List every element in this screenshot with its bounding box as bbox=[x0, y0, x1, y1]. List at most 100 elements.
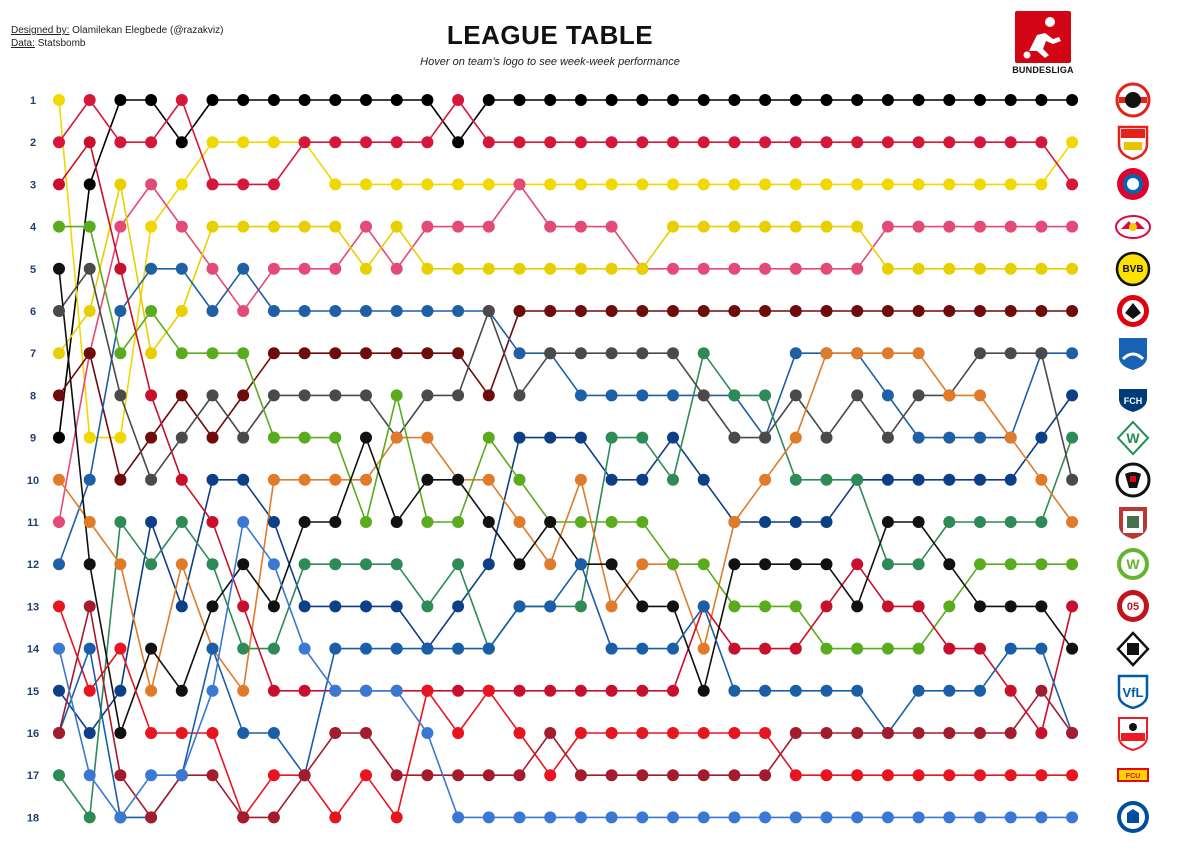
data-point[interactable] bbox=[851, 684, 864, 697]
data-point[interactable] bbox=[237, 262, 250, 275]
data-point[interactable] bbox=[482, 769, 495, 782]
data-point[interactable] bbox=[697, 600, 710, 613]
data-point[interactable] bbox=[881, 178, 894, 191]
data-point[interactable] bbox=[943, 769, 956, 782]
data-point[interactable] bbox=[53, 94, 65, 106]
data-point[interactable] bbox=[329, 811, 342, 824]
data-point[interactable] bbox=[1035, 220, 1048, 233]
data-point[interactable] bbox=[851, 473, 864, 486]
data-point[interactable] bbox=[636, 262, 649, 275]
data-point[interactable] bbox=[237, 305, 250, 317]
data-point[interactable] bbox=[513, 516, 526, 528]
data-point[interactable] bbox=[360, 642, 372, 655]
data-point[interactable] bbox=[728, 220, 741, 233]
data-point[interactable] bbox=[206, 516, 219, 528]
data-point[interactable] bbox=[636, 473, 649, 486]
data-point[interactable] bbox=[974, 727, 986, 739]
data-point[interactable] bbox=[206, 642, 219, 655]
data-point[interactable] bbox=[114, 347, 127, 360]
data-point[interactable] bbox=[421, 431, 434, 444]
data-point[interactable] bbox=[574, 473, 587, 486]
data-point[interactable] bbox=[298, 431, 311, 444]
data-point[interactable] bbox=[452, 811, 465, 824]
data-point[interactable] bbox=[1066, 262, 1079, 275]
data-point[interactable] bbox=[974, 473, 986, 486]
data-point[interactable] bbox=[421, 262, 434, 275]
data-point[interactable] bbox=[943, 262, 956, 275]
data-point[interactable] bbox=[1035, 347, 1048, 360]
data-point[interactable] bbox=[53, 473, 65, 486]
data-point[interactable] bbox=[267, 684, 280, 697]
data-point[interactable] bbox=[605, 727, 618, 739]
data-point[interactable] bbox=[605, 389, 618, 402]
data-point[interactable] bbox=[912, 431, 925, 444]
data-point[interactable] bbox=[544, 136, 557, 149]
data-point[interactable] bbox=[636, 600, 649, 613]
data-point[interactable] bbox=[789, 431, 802, 444]
data-point[interactable] bbox=[390, 769, 403, 782]
data-point[interactable] bbox=[574, 389, 587, 402]
data-point[interactable] bbox=[697, 769, 710, 782]
data-point[interactable] bbox=[360, 305, 372, 317]
data-point[interactable] bbox=[605, 94, 618, 106]
freiburg-crest-icon[interactable] bbox=[1115, 462, 1151, 498]
data-point[interactable] bbox=[175, 727, 188, 739]
data-point[interactable] bbox=[360, 178, 372, 191]
data-point[interactable] bbox=[851, 262, 864, 275]
bochum-crest-icon[interactable]: VfL bbox=[1115, 673, 1151, 710]
data-point[interactable] bbox=[544, 347, 557, 360]
data-point[interactable] bbox=[206, 94, 219, 106]
data-point[interactable] bbox=[974, 811, 986, 824]
data-point[interactable] bbox=[943, 811, 956, 824]
data-point[interactable] bbox=[513, 136, 526, 149]
data-point[interactable] bbox=[421, 305, 434, 317]
data-point[interactable] bbox=[1035, 136, 1048, 149]
data-point[interactable] bbox=[759, 727, 772, 739]
data-point[interactable] bbox=[974, 516, 986, 528]
data-point[interactable] bbox=[789, 178, 802, 191]
data-point[interactable] bbox=[145, 558, 158, 571]
data-point[interactable] bbox=[544, 684, 557, 697]
data-point[interactable] bbox=[482, 389, 495, 402]
data-point[interactable] bbox=[53, 727, 65, 739]
data-point[interactable] bbox=[667, 136, 679, 149]
data-point[interactable] bbox=[329, 262, 342, 275]
data-point[interactable] bbox=[482, 516, 495, 528]
data-point[interactable] bbox=[1004, 558, 1017, 571]
data-point[interactable] bbox=[1004, 769, 1017, 782]
data-point[interactable] bbox=[605, 811, 618, 824]
data-point[interactable] bbox=[605, 642, 618, 655]
data-point[interactable] bbox=[329, 642, 342, 655]
data-point[interactable] bbox=[421, 600, 434, 613]
data-point[interactable] bbox=[728, 516, 741, 528]
data-point[interactable] bbox=[360, 473, 372, 486]
data-point[interactable] bbox=[452, 94, 465, 106]
data-point[interactable] bbox=[298, 220, 311, 233]
data-point[interactable] bbox=[513, 347, 526, 360]
data-point[interactable] bbox=[759, 558, 772, 571]
data-point[interactable] bbox=[145, 727, 158, 739]
data-point[interactable] bbox=[360, 220, 372, 233]
data-point[interactable] bbox=[390, 642, 403, 655]
data-point[interactable] bbox=[881, 769, 894, 782]
data-point[interactable] bbox=[513, 94, 526, 106]
data-point[interactable] bbox=[1066, 558, 1079, 571]
data-point[interactable] bbox=[943, 305, 956, 317]
data-point[interactable] bbox=[360, 516, 372, 528]
data-point[interactable] bbox=[452, 516, 465, 528]
data-point[interactable] bbox=[452, 178, 465, 191]
data-point[interactable] bbox=[789, 558, 802, 571]
data-point[interactable] bbox=[912, 94, 925, 106]
data-point[interactable] bbox=[421, 94, 434, 106]
data-point[interactable] bbox=[482, 94, 495, 106]
data-point[interactable] bbox=[145, 516, 158, 528]
data-point[interactable] bbox=[482, 136, 495, 149]
data-point[interactable] bbox=[53, 600, 65, 613]
data-point[interactable] bbox=[329, 516, 342, 528]
data-point[interactable] bbox=[851, 600, 864, 613]
data-point[interactable] bbox=[574, 684, 587, 697]
data-point[interactable] bbox=[544, 305, 557, 317]
data-point[interactable] bbox=[421, 727, 434, 739]
data-point[interactable] bbox=[298, 136, 311, 149]
data-point[interactable] bbox=[820, 684, 833, 697]
